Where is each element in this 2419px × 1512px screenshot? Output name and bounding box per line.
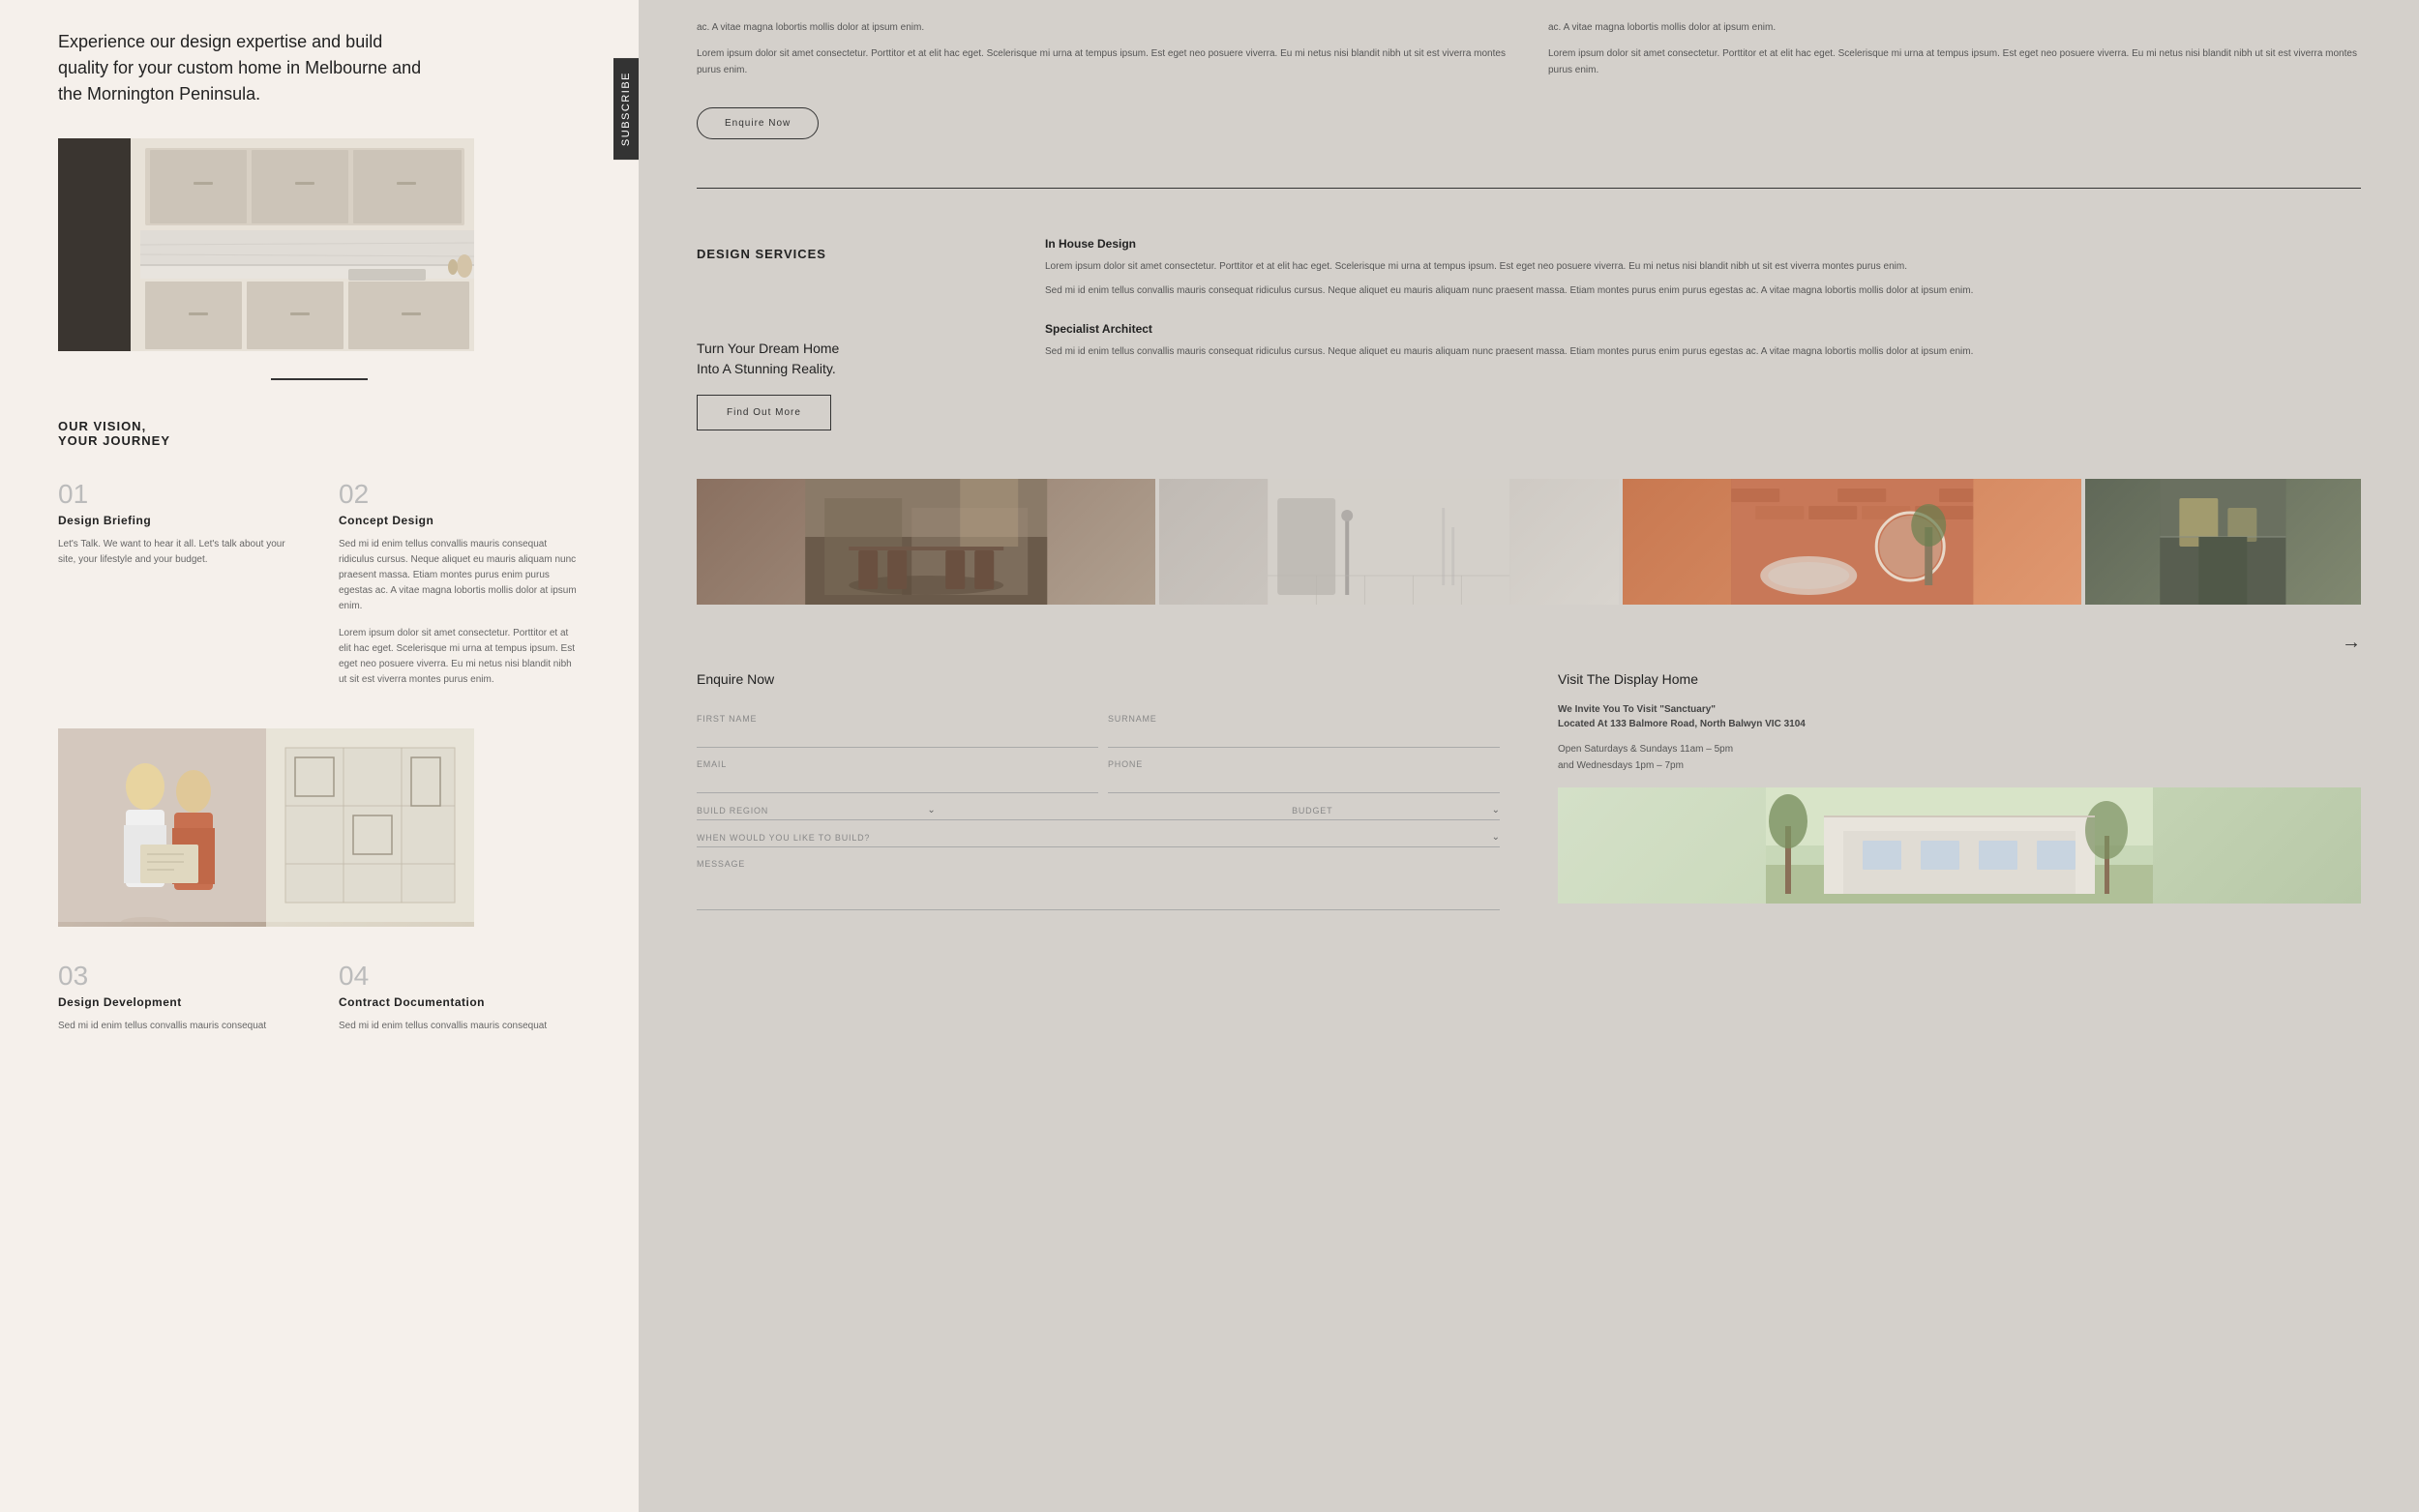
- message-label: MESSAGE: [697, 859, 1500, 869]
- phone-label: PHONE: [1108, 759, 1500, 769]
- top-left-text-2: Lorem ipsum dolor sit amet consectetur. …: [697, 45, 1509, 78]
- message-field: MESSAGE: [697, 851, 1500, 910]
- service-specialist-architect: Specialist Architect Sed mi id enim tell…: [1045, 322, 2361, 360]
- top-left-text-1: ac. A vitae magna lobortis mollis dolor …: [697, 19, 1509, 36]
- step-01-number: 01: [58, 479, 300, 510]
- top-left-content: ac. A vitae magna lobortis mollis dolor …: [697, 19, 1509, 139]
- step-03: 03 Design Development Sed mi id enim tel…: [58, 961, 300, 1034]
- dream-home-text: Turn Your Dream Home Into A Stunning Rea…: [697, 339, 987, 379]
- email-field: EMAIL: [697, 752, 1098, 793]
- build-region-field[interactable]: BUILD REGION ⌄ BUDGET ⌄: [697, 797, 1500, 820]
- step-01: 01 Design Briefing Let's Talk. We want t…: [58, 479, 300, 699]
- service-2-text: Sed mi id enim tellus convallis mauris c…: [1045, 343, 2361, 360]
- first-name-label: FIRST NAME: [697, 714, 1098, 724]
- step-02-title: Concept Design: [339, 514, 581, 527]
- step-04: 04 Contract Documentation Sed mi id enim…: [339, 961, 581, 1034]
- budget-dropdown-icon: ⌄: [1492, 805, 1500, 815]
- step-04-title: Contract Documentation: [339, 995, 581, 1009]
- step-02-text-2: Lorem ipsum dolor sit amet consectetur. …: [339, 626, 581, 688]
- when-build-field[interactable]: WHEN WOULD YOU LIKE TO BUILD? ⌄: [697, 824, 1500, 847]
- enquire-form-title: Enquire Now: [697, 671, 1500, 687]
- build-region-label: BUILD REGION: [697, 806, 768, 815]
- design-services-right: In House Design Lorem ipsum dolor sit am…: [1045, 237, 2361, 430]
- top-content: ac. A vitae magna lobortis mollis dolor …: [697, 0, 2361, 168]
- surname-field: SURNAME: [1108, 706, 1500, 748]
- when-build-label: WHEN WOULD YOU LIKE TO BUILD?: [697, 833, 870, 843]
- right-panel: ac. A vitae magna lobortis mollis dolor …: [639, 0, 2419, 1512]
- enquire-form-grid: FIRST NAME SURNAME EMAIL PHONE BUILD REG…: [697, 706, 1500, 910]
- gallery-image-2: [1159, 479, 1618, 605]
- step-03-text: Sed mi id enim tellus convallis mauris c…: [58, 1019, 300, 1034]
- display-home-title: Visit The Display Home: [1558, 671, 2361, 687]
- surname-input[interactable]: [1108, 727, 1500, 743]
- step-01-title: Design Briefing: [58, 514, 300, 527]
- gallery: [697, 479, 2361, 605]
- blueprint-image: [266, 728, 474, 927]
- design-services-title: DESIGN SERVICES: [697, 237, 987, 261]
- email-input[interactable]: [697, 773, 1098, 788]
- service-1-text-2: Sed mi id enim tellus convallis mauris c…: [1045, 282, 2361, 299]
- build-region-dropdown-icon: ⌄: [927, 805, 935, 815]
- first-name-input[interactable]: [697, 727, 1098, 743]
- step-03-number: 03: [58, 961, 300, 992]
- step-04-number: 04: [339, 961, 581, 992]
- display-home-hours: Open Saturdays & Sundays 11am – 5pm and …: [1558, 741, 2361, 774]
- design-services-left: DESIGN SERVICES Turn Your Dream Home Int…: [697, 237, 987, 430]
- steps-bottom-grid: 03 Design Development Sed mi id enim tel…: [58, 961, 581, 1034]
- enquire-form: Enquire Now FIRST NAME SURNAME EMAIL PHO…: [697, 671, 1500, 910]
- display-home: Visit The Display Home We Invite You To …: [1558, 671, 2361, 910]
- service-1-title: In House Design: [1045, 237, 2361, 251]
- enquire-now-button[interactable]: Enquire Now: [697, 107, 819, 139]
- step-02-text-1: Sed mi id enim tellus convallis mauris c…: [339, 537, 581, 614]
- gallery-image-1: [697, 479, 1155, 605]
- step-02-number: 02: [339, 479, 581, 510]
- first-name-field: FIRST NAME: [697, 706, 1098, 748]
- bottom-section: Enquire Now FIRST NAME SURNAME EMAIL PHO…: [697, 671, 2361, 910]
- when-build-dropdown-icon: ⌄: [1492, 832, 1500, 843]
- phone-field: PHONE: [1108, 752, 1500, 793]
- service-2-title: Specialist Architect: [1045, 322, 2361, 336]
- service-in-house-design: In House Design Lorem ipsum dolor sit am…: [1045, 237, 2361, 299]
- dream-home-block: Turn Your Dream Home Into A Stunning Rea…: [697, 339, 987, 430]
- top-right-content: ac. A vitae magna lobortis mollis dolor …: [1548, 19, 2361, 139]
- step-01-text: Let's Talk. We want to hear it all. Let'…: [58, 537, 300, 568]
- gallery-nav: →: [697, 624, 2361, 662]
- divider-hero: [271, 378, 368, 380]
- find-out-more-button[interactable]: Find Out More: [697, 395, 831, 430]
- service-1-text: Lorem ipsum dolor sit amet consectetur. …: [1045, 258, 2361, 275]
- design-services-section: DESIGN SERVICES Turn Your Dream Home Int…: [697, 208, 2361, 460]
- section-title: OUR VISION, YOUR JOURNEY: [58, 419, 581, 448]
- top-right-text-2: Lorem ipsum dolor sit amet consectetur. …: [1548, 45, 2361, 78]
- step-02: 02 Concept Design Sed mi id enim tellus …: [339, 479, 581, 699]
- surname-label: SURNAME: [1108, 714, 1500, 724]
- step-04-text: Sed mi id enim tellus convallis mauris c…: [339, 1019, 581, 1034]
- display-home-subtitle: We Invite You To Visit "Sanctuary" Locat…: [1558, 702, 2361, 731]
- bottom-images: [58, 728, 474, 922]
- display-home-image: [1558, 787, 2361, 904]
- people-image: [58, 728, 266, 927]
- phone-input[interactable]: [1108, 773, 1500, 788]
- gallery-next-arrow[interactable]: →: [2342, 632, 2361, 654]
- email-label: EMAIL: [697, 759, 1098, 769]
- subscribe-tab[interactable]: Subscribe: [613, 58, 639, 160]
- gallery-image-3: [1623, 479, 2081, 605]
- steps-grid: 01 Design Briefing Let's Talk. We want t…: [58, 479, 581, 699]
- hero-text: Experience our design expertise and buil…: [58, 29, 426, 107]
- left-panel: Subscribe Experience our design expertis…: [0, 0, 639, 1512]
- message-input[interactable]: [697, 875, 1500, 890]
- divider-main: [697, 188, 2361, 189]
- budget-label: BUDGET: [1292, 806, 1332, 815]
- gallery-image-4: [2085, 479, 2361, 605]
- step-03-title: Design Development: [58, 995, 300, 1009]
- top-right-text-1: ac. A vitae magna lobortis mollis dolor …: [1548, 19, 2361, 36]
- hero-kitchen-image: [58, 138, 474, 351]
